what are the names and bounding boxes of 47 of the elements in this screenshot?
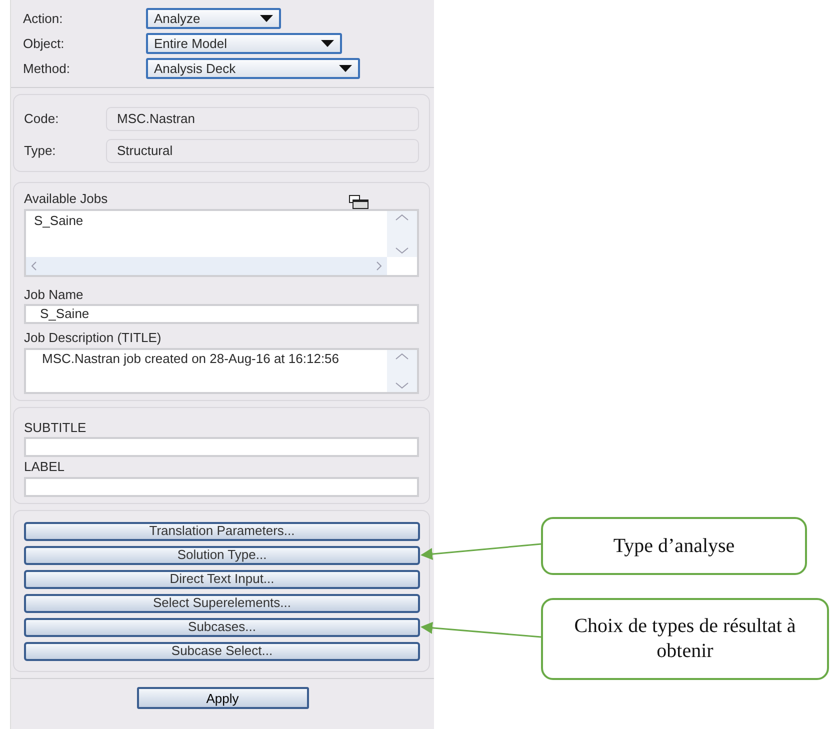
text-field[interactable] xyxy=(24,476,419,496)
text-area-value: MSC.Nastran job created on 28-Aug-16 at 16:12:56 xyxy=(41,350,340,368)
text-field[interactable] xyxy=(24,437,419,457)
dropdown-arrow-icon xyxy=(339,65,352,72)
readonly-field: MSC.Nastran xyxy=(106,107,419,131)
text-area[interactable]: MSC.Nastran job created on 28-Aug-16 at 16:12:56 xyxy=(24,348,419,394)
horizontal-scrollbar[interactable] xyxy=(26,256,387,274)
callout-box: Choix de types de résultat à obtenir xyxy=(541,598,829,680)
list-item[interactable]: S_Saine xyxy=(34,210,387,230)
scroll-right-icon[interactable] xyxy=(375,260,383,270)
option-button[interactable]: Subcases... xyxy=(24,618,420,636)
scroll-down-icon[interactable] xyxy=(395,382,409,390)
vertical-scrollbar[interactable] xyxy=(387,210,417,256)
scroll-up-icon[interactable] xyxy=(395,352,409,360)
option-button[interactable]: Subcase Select... xyxy=(24,642,420,660)
section-label: Available Jobs xyxy=(24,190,108,208)
dropdown[interactable]: Entire Model xyxy=(146,33,342,54)
field-label: Type: xyxy=(24,142,57,160)
dropdown-value: Analyze xyxy=(154,10,200,28)
apply-button[interactable]: Apply xyxy=(136,686,308,708)
option-button[interactable]: Select Superelements... xyxy=(24,594,420,612)
field-label: Action: xyxy=(23,10,64,28)
option-button[interactable]: Translation Parameters... xyxy=(24,522,420,540)
job-list[interactable]: S_Saine xyxy=(24,208,419,276)
field-label: Method: xyxy=(23,60,71,78)
dropdown-arrow-icon xyxy=(260,15,273,22)
section-label: LABEL xyxy=(24,458,66,476)
window-icon[interactable] xyxy=(349,194,369,208)
field-label: Object: xyxy=(23,34,66,53)
scroll-left-icon[interactable] xyxy=(30,260,38,270)
section-label: Job Description (TITLE) xyxy=(24,329,162,347)
readonly-field: Structural xyxy=(106,139,419,163)
section-label: SUBTITLE xyxy=(24,418,88,436)
callout-box: Type d’analyse xyxy=(541,517,807,575)
section-label: Job Name xyxy=(24,286,84,304)
scroll-down-icon[interactable] xyxy=(395,246,409,254)
dropdown[interactable]: Analyze xyxy=(146,8,281,29)
dropdown[interactable]: Analysis Deck xyxy=(146,58,360,79)
scroll-up-icon[interactable] xyxy=(395,212,409,220)
option-button[interactable]: Direct Text Input... xyxy=(24,570,420,588)
text-field[interactable]: S_Saine xyxy=(24,304,419,324)
dropdown-value: Entire Model xyxy=(154,34,227,53)
option-button[interactable]: Solution Type... xyxy=(24,546,420,564)
dropdown-value: Analysis Deck xyxy=(154,60,236,78)
vertical-scrollbar[interactable] xyxy=(387,350,417,392)
dropdown-arrow-icon xyxy=(321,40,334,47)
field-label: Code: xyxy=(24,110,60,128)
